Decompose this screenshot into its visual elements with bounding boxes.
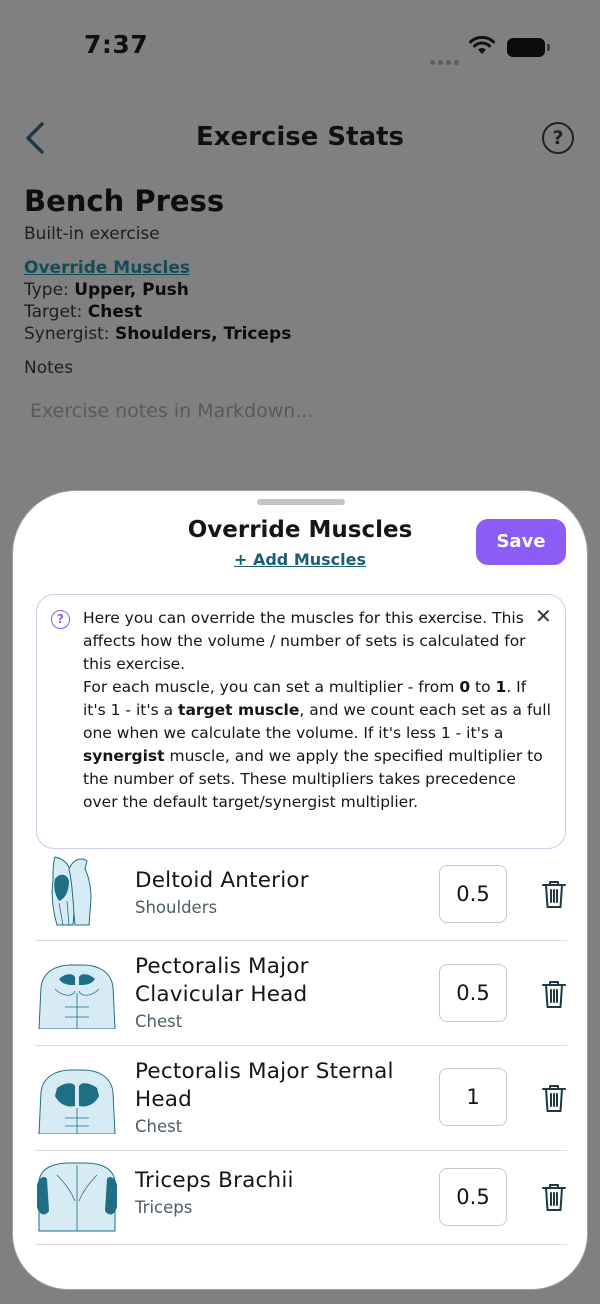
add-muscles-label[interactable]: + Add Muscles <box>234 550 366 569</box>
deltoid-anterior-diagram-icon <box>35 855 107 931</box>
wifi-icon <box>469 35 495 60</box>
battery-icon <box>507 38 550 57</box>
trash-icon[interactable] <box>541 1083 567 1117</box>
info-text: Here you can override the muscles for th… <box>83 609 551 811</box>
muscle-text: Triceps Brachii Triceps <box>135 1167 294 1217</box>
exercise-name: Bench Press <box>24 184 225 218</box>
muscle-text: Pectoralis Major Sternal Head Chest <box>135 1058 425 1136</box>
override-muscles-link[interactable]: Override Muscles <box>24 258 190 278</box>
nav-bar: Exercise Stats ? <box>0 108 600 168</box>
status-time: 7:37 <box>84 30 149 59</box>
pectoralis-sternal-diagram-icon <box>35 1062 119 1138</box>
type-value: Upper, Push <box>74 280 189 300</box>
muscle-name: Pectoralis Major Clavicular Head <box>135 954 309 1007</box>
triceps-brachii-diagram-icon <box>35 1161 119 1237</box>
help-icon[interactable]: ? <box>542 122 574 154</box>
muscle-text: Deltoid Anterior Shoulders <box>135 867 309 917</box>
exercise-info: Bench Press Built-in exercise Override M… <box>24 184 584 422</box>
muscle-row: Pectoralis Major Sternal Head Chest 1 <box>35 1046 567 1151</box>
trash-icon[interactable] <box>541 979 567 1013</box>
muscle-group: Shoulders <box>135 898 218 917</box>
muscle-list: Deltoid Anterior Shoulders 0.5 Pectorali… <box>35 851 567 1245</box>
muscle-row: Pectoralis Major Clavicular Head Chest 0… <box>35 941 567 1046</box>
override-muscles-sheet: Override Muscles + Add Muscles Save ? ✕ … <box>12 490 588 1290</box>
notes-label: Notes <box>24 358 74 378</box>
muscle-group: Chest <box>135 1012 183 1031</box>
question-circle-icon: ? <box>51 610 70 629</box>
notes-input[interactable]: Exercise notes in Markdown... <box>30 400 584 422</box>
muscle-text: Pectoralis Major Clavicular Head Chest <box>135 953 345 1031</box>
multiplier-input[interactable]: 1 <box>439 1068 507 1126</box>
muscle-name: Triceps Brachii <box>135 1168 294 1193</box>
multiplier-input[interactable]: 0.5 <box>439 865 507 923</box>
save-button[interactable]: Save <box>476 519 566 565</box>
multiplier-input[interactable]: 0.5 <box>439 964 507 1022</box>
synergist-value: Shoulders, Triceps <box>114 324 292 344</box>
muscle-name: Pectoralis Major Sternal Head <box>135 1059 394 1112</box>
muscle-group: Triceps <box>135 1198 193 1217</box>
sheet-grabber[interactable] <box>257 499 345 505</box>
exercise-kind: Built-in exercise <box>24 224 160 244</box>
type-line: Type: Upper, Push <box>24 280 189 300</box>
synergist-line: Synergist: Shoulders, Triceps <box>24 324 292 344</box>
signal-dots-icon <box>430 50 462 69</box>
muscle-row: Triceps Brachii Triceps 0.5 <box>35 1151 567 1245</box>
muscle-group: Chest <box>135 1117 183 1136</box>
trash-icon[interactable] <box>541 879 567 913</box>
target-value: Chest <box>87 302 143 322</box>
multiplier-input[interactable]: 0.5 <box>439 1168 507 1226</box>
info-box: ? ✕ Here you can override the muscles fo… <box>36 594 566 849</box>
page-title: Exercise Stats <box>195 122 405 152</box>
trash-icon[interactable] <box>541 1182 567 1216</box>
status-bar: 7:37 <box>0 0 600 96</box>
pectoralis-clavicular-diagram-icon <box>35 957 119 1033</box>
muscle-name: Deltoid Anterior <box>135 868 309 893</box>
target-line: Target: Chest <box>24 302 143 322</box>
muscle-row: Deltoid Anterior Shoulders 0.5 <box>35 851 567 941</box>
